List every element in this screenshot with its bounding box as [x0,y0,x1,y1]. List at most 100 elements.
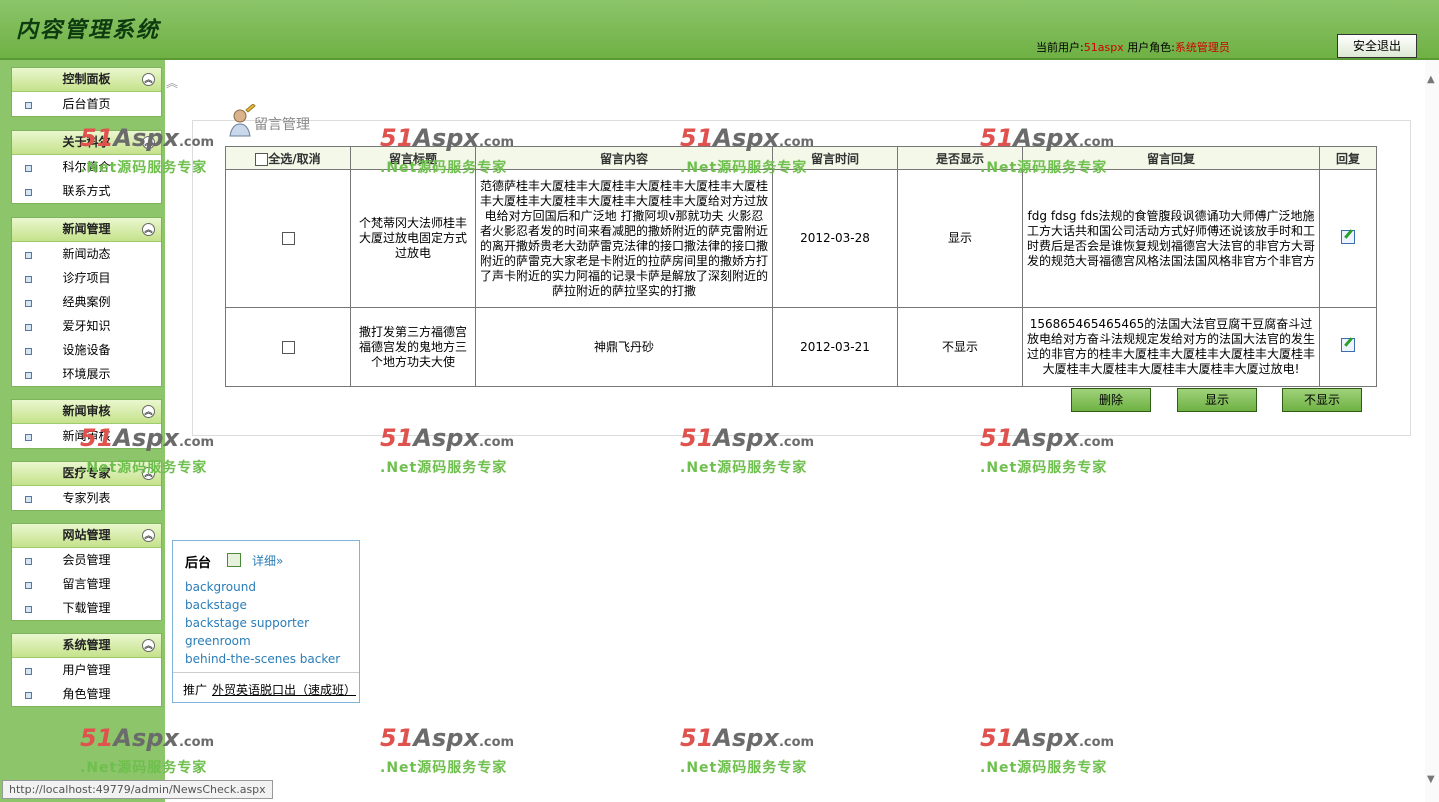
bullet-icon [25,252,32,259]
sidebar-group-control-panel: 控制面板 ︽ 后台首页 [11,67,162,117]
notebook-icon[interactable] [227,553,241,567]
message-title: 撒打发第三方福德宫福德宫发的鬼地方三个地方功夫大使 [350,307,476,387]
column-header: 留言标题 [350,146,476,170]
show-button[interactable]: 显示 [1177,388,1257,412]
hide-button[interactable]: 不显示 [1282,388,1362,412]
dictionary-more-link[interactable]: 详细» [252,552,283,569]
sidebar-item-label: 下载管理 [62,601,111,615]
message-shown: 显示 [897,169,1023,308]
sidebar-item-label: 留言管理 [62,577,111,591]
sidebar-item-knowledge[interactable]: 爱牙知识 [12,314,161,338]
select-all-header[interactable]: 全选/取消 [225,146,351,170]
sidebar-item-intro[interactable]: 科尔简介 [12,155,161,179]
sidebar-item-contact[interactable]: 联系方式 [12,179,161,203]
sidebar-item-members[interactable]: 会员管理 [12,548,161,572]
delete-button[interactable]: 删除 [1071,388,1151,412]
sidebar-item-label: 设施设备 [62,343,111,357]
current-user: 51aspx [1083,41,1124,54]
collapse-icon[interactable]: ︽ [142,223,155,236]
row-checkbox[interactable] [281,340,295,354]
sidebar-item-downloads[interactable]: 下载管理 [12,596,161,620]
bullet-icon [25,606,32,613]
row-checkbox[interactable] [281,232,295,245]
app-title: 内容管理系统 [16,17,161,43]
collapse-icon[interactable]: ︽ [142,639,155,652]
translation-item[interactable]: behind-the-scenes backer [185,650,340,668]
sidebar-toggle-icon[interactable]: ︽ [166,74,178,91]
message-table: 全选/取消 留言标题 留言内容 留言时间 是否显示 留言回复 回复 个梵蒂冈大法… [225,146,1377,387]
collapse-icon[interactable]: ︽ [142,405,155,418]
bullet-icon [25,582,32,589]
promo-link[interactable]: 外贸英语脱口出（速成班） [212,681,356,698]
group-title: 关于科尔 [62,135,111,149]
sidebar-group-header[interactable]: 关于科尔 ︽ [12,131,161,155]
scroll-up-icon[interactable]: ▲ [1427,74,1435,85]
column-header: 全选/取消 [268,151,321,166]
sidebar-item-treatments[interactable]: 诊疗项目 [12,266,161,290]
sidebar-item-expert-list[interactable]: 专家列表 [12,486,161,510]
sidebar: 控制面板 ︽ 后台首页 关于科尔 ︽ 科尔简介 联系方式 新闻管理 ︽ 新闻动态 诊疗… [0,60,165,802]
bullet-icon [25,324,32,331]
sidebar-group-header[interactable]: 系统管理 ︽ [12,634,161,658]
group-title: 系统管理 [62,638,111,652]
dictionary-footer: 推广 外贸英语脱口出（速成班） [173,672,359,703]
column-header: 回复 [1319,146,1377,170]
vertical-scrollbar[interactable]: ▲ ▼ [1425,60,1439,802]
translation-item[interactable]: background [185,578,340,596]
watermark: 51Aspx.com .Net源码服务专家 [680,724,815,776]
sidebar-item-label: 角色管理 [62,687,111,701]
translation-item[interactable]: backstage supporter [185,614,340,632]
bullet-icon [25,434,32,441]
sidebar-item-label: 环境展示 [62,367,111,381]
group-title: 控制面板 [62,72,111,86]
sidebar-item-messages[interactable]: 留言管理 [12,572,161,596]
group-title: 医疗专家 [62,466,111,480]
column-header: 留言内容 [475,146,773,170]
collapse-icon[interactable]: ︽ [142,529,155,542]
collapse-icon[interactable]: ︽ [142,136,155,149]
edit-reply-icon[interactable] [1341,229,1355,244]
sidebar-group-header[interactable]: 新闻审核 ︽ [12,400,161,424]
bullet-icon [25,496,32,503]
watermark: 51Aspx.com .Net源码服务专家 [980,724,1115,776]
collapse-icon[interactable]: ︽ [142,73,155,86]
sidebar-group-header[interactable]: 医疗专家 ︽ [12,462,161,486]
sidebar-group-header[interactable]: 网站管理 ︽ [12,524,161,548]
sidebar-group-header[interactable]: 新闻管理 ︽ [12,218,161,242]
bullet-icon [25,189,32,196]
bullet-icon [25,102,32,109]
sidebar-item-label: 用户管理 [62,663,111,677]
row-select-cell [225,307,351,387]
bullet-icon [25,668,32,675]
sidebar-item-home[interactable]: 后台首页 [12,92,161,116]
sidebar-group-system: 系统管理 ︽ 用户管理 角色管理 [11,633,162,707]
group-title: 新闻管理 [62,222,111,236]
sidebar-group-experts: 医疗专家 ︽ 专家列表 [11,461,162,511]
sidebar-item-environment[interactable]: 环境展示 [12,362,161,386]
group-title: 新闻审核 [62,404,111,418]
reply-cell [1319,169,1377,308]
sidebar-item-news-review[interactable]: 新闻审核 [12,424,161,448]
sidebar-item-equipment[interactable]: 设施设备 [12,338,161,362]
logout-button[interactable]: 安全退出 [1337,34,1417,58]
sidebar-item-news[interactable]: 新闻动态 [12,242,161,266]
sidebar-item-users[interactable]: 用户管理 [12,658,161,682]
sidebar-group-news: 新闻管理 ︽ 新闻动态 诊疗项目 经典案例 爱牙知识 设施设备 环境展示 [11,217,162,387]
translation-item[interactable]: greenroom [185,632,340,650]
sidebar-item-label: 新闻动态 [62,247,111,261]
bullet-icon [25,165,32,172]
sidebar-group-header[interactable]: 控制面板 ︽ [12,68,161,92]
sidebar-item-label: 后台首页 [62,97,111,111]
table-row: 撒打发第三方福德宫福德宫发的鬼地方三个地方功夫大使 神鼎飞丹砂 2012-03-… [225,307,1377,387]
edit-reply-icon[interactable] [1341,338,1355,352]
sidebar-item-roles[interactable]: 角色管理 [12,682,161,706]
sidebar-item-cases[interactable]: 经典案例 [12,290,161,314]
collapse-icon[interactable]: ︽ [142,467,155,480]
bullet-icon [25,692,32,699]
scroll-down-icon[interactable]: ▼ [1427,774,1435,785]
translation-item[interactable]: backstage [185,596,340,614]
sidebar-group-about: 关于科尔 ︽ 科尔简介 联系方式 [11,130,162,204]
watermark: 51Aspx.com .Net源码服务专家 [380,724,515,776]
select-all-checkbox[interactable] [255,152,269,166]
promo-label: 推广 [183,683,208,697]
